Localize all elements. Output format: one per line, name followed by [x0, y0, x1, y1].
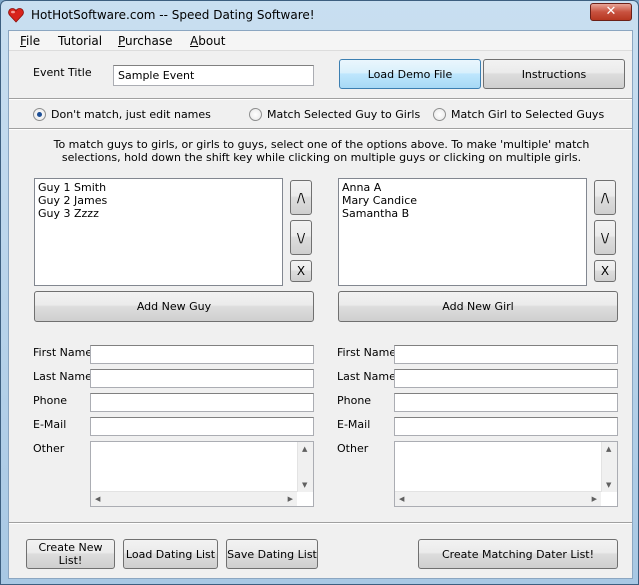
event-title-label: Event Title [33, 66, 92, 79]
scroll-down-icon[interactable]: ▼ [606, 481, 611, 489]
scroll-down-icon[interactable]: ▼ [302, 481, 307, 489]
app-window: HotHotSoftware.com -- Speed Dating Softw… [0, 0, 639, 585]
radio-dot [249, 108, 262, 121]
guy-last-name-input[interactable] [90, 369, 314, 388]
list-item[interactable]: Guy 3 Zzzz [38, 207, 279, 220]
girl-phone-input[interactable] [394, 393, 618, 412]
add-girl-button[interactable]: Add New Girl [338, 291, 618, 322]
horizontal-scrollbar[interactable]: ◀ ▶ [395, 491, 601, 506]
girl-last-name-input[interactable] [394, 369, 618, 388]
list-item[interactable]: Anna A [342, 181, 583, 194]
menu-file[interactable]: File [20, 34, 40, 48]
menu-purchase[interactable]: Purchase [118, 34, 173, 48]
guy-move-up-button[interactable]: /\ [290, 180, 312, 215]
guy-phone-input[interactable] [90, 393, 314, 412]
help-text: To match guys to girls, or girls to guys… [53, 138, 590, 164]
scroll-up-icon[interactable]: ▲ [606, 445, 611, 453]
girl-move-up-button[interactable]: /\ [594, 180, 616, 215]
scroll-right-icon[interactable]: ▶ [288, 495, 293, 503]
window-title: HotHotSoftware.com -- Speed Dating Softw… [31, 8, 315, 22]
guy-last-name-label: Last Name [33, 370, 92, 383]
create-matching-list-button[interactable]: Create Matching Dater List! [418, 539, 618, 569]
guys-listbox[interactable]: Guy 1 Smith Guy 2 James Guy 3 Zzzz [34, 178, 283, 286]
girl-first-name-label: First Name [337, 346, 397, 359]
save-dating-list-button[interactable]: Save Dating List [226, 539, 318, 569]
menu-about[interactable]: About [190, 34, 226, 48]
radio-match-guy-to-girls[interactable]: Match Selected Guy to Girls [249, 108, 420, 121]
list-item[interactable]: Samantha B [342, 207, 583, 220]
scroll-left-icon[interactable]: ◀ [95, 495, 100, 503]
guy-move-down-button[interactable]: \/ [290, 220, 312, 255]
instructions-button[interactable]: Instructions [483, 59, 625, 89]
title-bar[interactable]: HotHotSoftware.com -- Speed Dating Softw… [1, 1, 638, 29]
separator [9, 98, 632, 100]
menu-bar: File Tutorial Purchase About [9, 31, 632, 51]
scroll-up-icon[interactable]: ▲ [302, 445, 307, 453]
girl-email-input[interactable] [394, 417, 618, 436]
girl-phone-label: Phone [337, 394, 372, 407]
girl-remove-button[interactable]: X [594, 260, 616, 282]
girl-first-name-input[interactable] [394, 345, 618, 364]
guy-remove-button[interactable]: X [290, 260, 312, 282]
girl-other-label: Other [337, 442, 369, 455]
girl-email-label: E-Mail [337, 418, 371, 431]
guy-phone-label: Phone [33, 394, 68, 407]
radio-edit-names[interactable]: Don't match, just edit names [33, 108, 211, 121]
separator [9, 128, 632, 130]
guy-email-input[interactable] [90, 417, 314, 436]
list-item[interactable]: Mary Candice [342, 194, 583, 207]
girl-other-textarea[interactable]: ▲ ▼ ◀ ▶ [394, 441, 618, 507]
heart-icon [8, 8, 24, 23]
guy-email-label: E-Mail [33, 418, 67, 431]
radio-dot [433, 108, 446, 121]
radio-match-girl-to-guys[interactable]: Match Girl to Selected Guys [433, 108, 604, 121]
girls-listbox[interactable]: Anna A Mary Candice Samantha B [338, 178, 587, 286]
vertical-scrollbar[interactable]: ▲ ▼ [297, 442, 313, 492]
close-button[interactable]: ✕ [590, 3, 632, 21]
load-dating-list-button[interactable]: Load Dating List [123, 539, 218, 569]
guy-other-textarea[interactable]: ▲ ▼ ◀ ▶ [90, 441, 314, 507]
girl-last-name-label: Last Name [337, 370, 396, 383]
guy-first-name-label: First Name [33, 346, 93, 359]
client-area: File Tutorial Purchase About Event Title… [8, 30, 633, 579]
list-item[interactable]: Guy 2 James [38, 194, 279, 207]
menu-tutorial[interactable]: Tutorial [58, 34, 102, 48]
guy-first-name-input[interactable] [90, 345, 314, 364]
list-item[interactable]: Guy 1 Smith [38, 181, 279, 194]
separator [9, 522, 632, 524]
load-demo-button[interactable]: Load Demo File [339, 59, 481, 89]
horizontal-scrollbar[interactable]: ◀ ▶ [91, 491, 297, 506]
create-new-list-button[interactable]: Create New List! [26, 539, 115, 569]
guy-other-label: Other [33, 442, 65, 455]
scroll-left-icon[interactable]: ◀ [399, 495, 404, 503]
add-guy-button[interactable]: Add New Guy [34, 291, 314, 322]
event-title-input[interactable]: Sample Event [113, 65, 314, 86]
vertical-scrollbar[interactable]: ▲ ▼ [601, 442, 617, 492]
girl-move-down-button[interactable]: \/ [594, 220, 616, 255]
close-icon: ✕ [605, 4, 617, 19]
scroll-right-icon[interactable]: ▶ [592, 495, 597, 503]
radio-dot-selected [33, 108, 46, 121]
